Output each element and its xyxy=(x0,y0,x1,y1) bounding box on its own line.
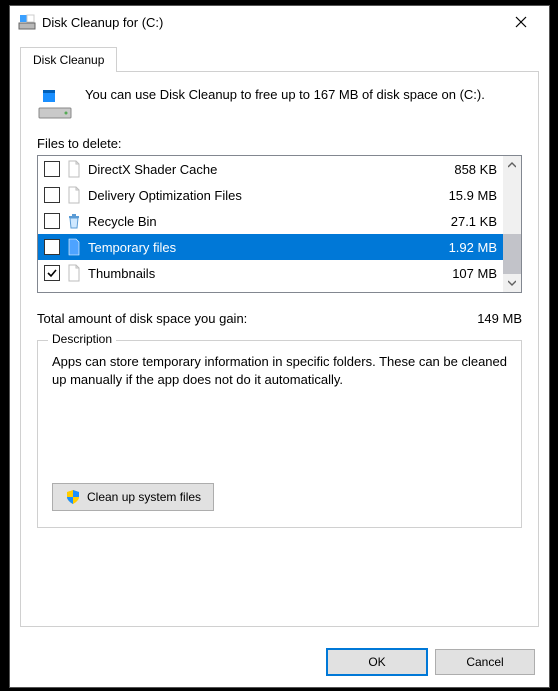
item-size: 858 KB xyxy=(425,162,497,177)
checkbox[interactable] xyxy=(44,161,60,177)
intro-text: You can use Disk Cleanup to free up to 1… xyxy=(85,86,485,122)
close-button[interactable] xyxy=(501,7,541,37)
tab-header: Disk Cleanup xyxy=(20,46,539,71)
item-size: 15.9 MB xyxy=(425,188,497,203)
checkbox[interactable] xyxy=(44,187,60,203)
recycle-icon xyxy=(66,212,82,230)
checkmark-icon xyxy=(46,267,58,279)
clean-up-system-files-button[interactable]: Clean up system files xyxy=(52,483,214,511)
page-icon xyxy=(66,160,82,178)
files-listbox: DirectX Shader Cache 858 KB Delivery Optim… xyxy=(37,155,522,293)
description-legend: Description xyxy=(48,332,116,346)
files-listbox-items: DirectX Shader Cache 858 KB Delivery Optim… xyxy=(38,156,503,292)
clean-up-system-files-label: Clean up system files xyxy=(87,490,201,504)
item-name: Delivery Optimization Files xyxy=(88,188,419,203)
dialog-content: Disk Cleanup You can use Disk Cleanup to… xyxy=(10,38,549,637)
window-title: Disk Cleanup for (C:) xyxy=(42,15,501,30)
total-label: Total amount of disk space you gain: xyxy=(37,311,477,326)
shield-icon xyxy=(65,489,81,505)
dialog-window: Disk Cleanup for (C:) Disk Cleanup You c… xyxy=(9,5,550,688)
list-item[interactable]: DirectX Shader Cache 858 KB xyxy=(38,156,503,182)
page-icon xyxy=(66,264,82,282)
item-name: Temporary files xyxy=(88,240,419,255)
intro-section: You can use Disk Cleanup to free up to 1… xyxy=(37,86,522,122)
cancel-button[interactable]: Cancel xyxy=(435,649,535,675)
tab-disk-cleanup[interactable]: Disk Cleanup xyxy=(20,47,117,72)
files-to-delete-label: Files to delete: xyxy=(37,136,522,151)
checkbox[interactable] xyxy=(44,213,60,229)
total-row: Total amount of disk space you gain: 149… xyxy=(37,311,522,326)
checkbox[interactable] xyxy=(44,239,60,255)
item-size: 107 MB xyxy=(425,266,497,281)
scrollbar-thumb[interactable] xyxy=(503,234,521,274)
scroll-down-button[interactable] xyxy=(503,274,521,292)
item-name: Thumbnails xyxy=(88,266,419,281)
list-item[interactable]: Recycle Bin 27.1 KB xyxy=(38,208,503,234)
item-size: 1.92 MB xyxy=(425,240,497,255)
page-blue-icon xyxy=(66,238,82,256)
page-icon xyxy=(66,186,82,204)
close-icon xyxy=(515,16,527,28)
scrollbar[interactable] xyxy=(503,156,521,292)
description-fieldset: Description Apps can store temporary inf… xyxy=(37,340,522,528)
titlebar: Disk Cleanup for (C:) xyxy=(10,6,549,38)
disk-cleanup-icon xyxy=(18,13,36,31)
drive-icon xyxy=(37,86,73,122)
checkbox[interactable] xyxy=(44,265,60,281)
list-item[interactable]: Delivery Optimization Files 15.9 MB xyxy=(38,182,503,208)
item-name: DirectX Shader Cache xyxy=(88,162,419,177)
item-name: Recycle Bin xyxy=(88,214,419,229)
scrollbar-track[interactable] xyxy=(503,174,521,274)
list-item[interactable]: Thumbnails 107 MB xyxy=(38,260,503,286)
dialog-button-row: OK Cancel xyxy=(10,637,549,687)
scroll-up-button[interactable] xyxy=(503,156,521,174)
chevron-up-icon xyxy=(508,162,516,168)
tab-panel: You can use Disk Cleanup to free up to 1… xyxy=(20,71,539,627)
chevron-down-icon xyxy=(508,280,516,286)
list-item[interactable]: Temporary files 1.92 MB xyxy=(38,234,503,260)
ok-button[interactable]: OK xyxy=(327,649,427,675)
description-text: Apps can store temporary information in … xyxy=(52,353,507,463)
total-value: 149 MB xyxy=(477,311,522,326)
item-size: 27.1 KB xyxy=(425,214,497,229)
